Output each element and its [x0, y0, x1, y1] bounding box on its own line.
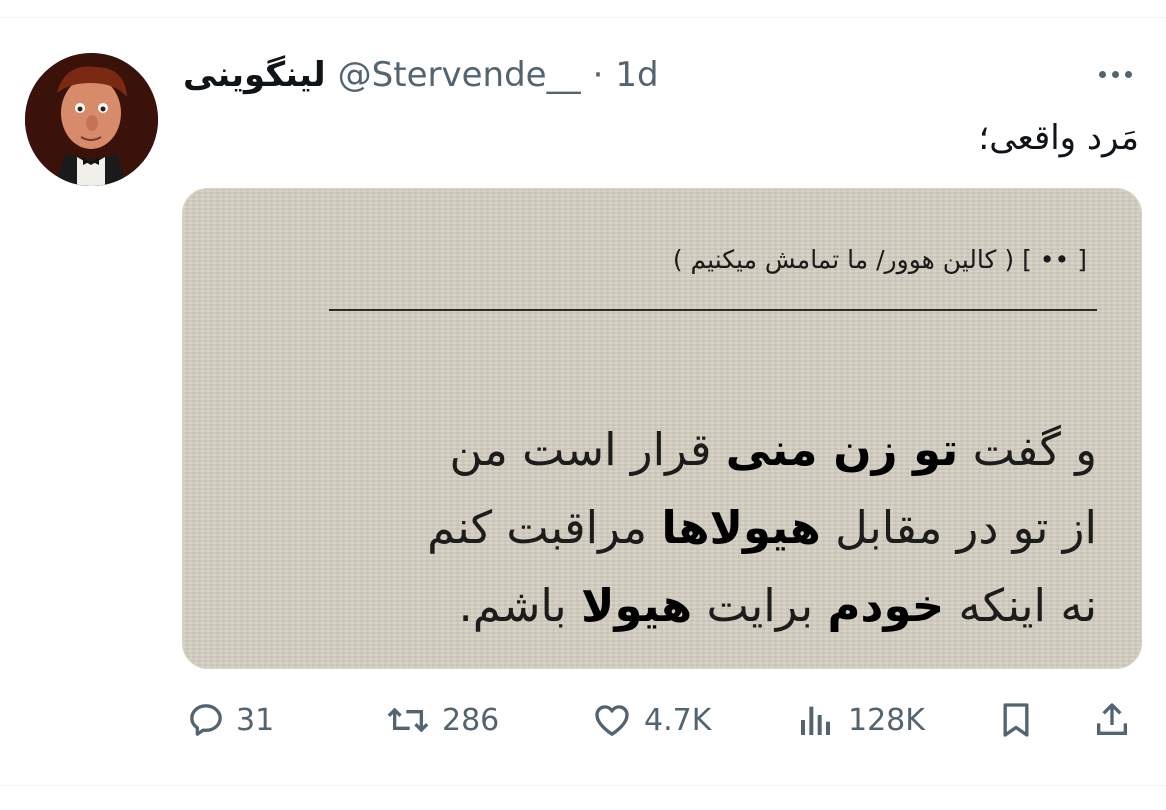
display-name[interactable]: لینگوینی: [183, 55, 326, 95]
user-handle[interactable]: @Stervende__: [338, 55, 581, 95]
quote-bold: خودم: [827, 579, 945, 632]
views-button[interactable]: 128K: [794, 694, 925, 746]
media-quote: و گفت تو زن منی قرار است من از تو در مقا…: [317, 411, 1097, 645]
bookmark-button[interactable]: [996, 694, 1036, 746]
views-count: 128K: [848, 702, 925, 738]
repost-icon: [387, 707, 429, 733]
views-icon: [801, 706, 830, 735]
like-button[interactable]: 4.7K: [590, 694, 711, 746]
media-header: [ •• ] ( کالین هوور/ ما تمامش میکنیم ): [672, 245, 1087, 274]
quote-text: برایت: [692, 579, 828, 632]
top-divider: [0, 17, 1166, 18]
quote-bold: تو زن منی: [725, 423, 959, 476]
quote-line-1: و گفت تو زن منی قرار است من: [317, 411, 1097, 489]
share-button[interactable]: [1092, 694, 1132, 746]
more-icon[interactable]: [1090, 62, 1140, 86]
like-icon: [595, 705, 629, 736]
quote-text: مراقبت کنم: [427, 501, 662, 554]
tweet-media[interactable]: [ •• ] ( کالین هوور/ ما تمامش میکنیم ) و…: [182, 188, 1142, 669]
reply-icon: [190, 704, 222, 736]
action-bar: 31 286 4.7K 128K: [0, 694, 1166, 746]
media-divider: [329, 309, 1097, 311]
reply-button[interactable]: 31: [186, 694, 274, 746]
like-count: 4.7K: [644, 702, 712, 738]
bookmark-icon: [1003, 703, 1029, 737]
quote-line-3: نه اینکه خودم برایت هیولا باشم.: [317, 567, 1097, 645]
quote-text: نه اینکه: [944, 579, 1097, 632]
quote-text: از تو در مقابل: [820, 501, 1097, 554]
repost-button[interactable]: 286: [384, 694, 499, 746]
separator-dot: ·: [592, 55, 604, 95]
tweet-text: مَرد واقعی؛: [978, 118, 1139, 158]
bottom-divider: [0, 785, 1166, 786]
quote-line-2: از تو در مقابل هیولاها مراقبت کنم: [317, 489, 1097, 567]
quote-text: و گفت: [958, 423, 1097, 476]
quote-bold: هیولا: [580, 579, 693, 632]
tweet-header: لینگوینی @Stervende__ · 1d: [183, 50, 659, 100]
avatar[interactable]: [25, 53, 158, 186]
repost-count: 286: [442, 702, 500, 738]
quote-text: قرار است من: [449, 423, 726, 476]
quote-bold: هیولاها: [661, 501, 821, 554]
timestamp[interactable]: 1d: [615, 55, 658, 95]
reply-count: 31: [236, 702, 275, 738]
quote-text: باشم.: [458, 579, 581, 632]
share-icon: [1097, 703, 1127, 735]
